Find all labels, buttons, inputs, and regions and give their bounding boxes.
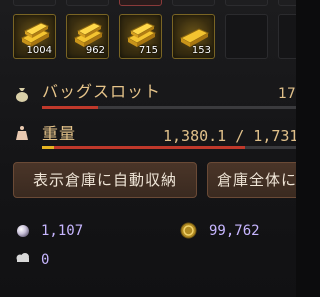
inventory-slot-gold-bar-4[interactable]: 153 — [172, 14, 215, 59]
inventory-slot[interactable] — [66, 0, 109, 6]
silver-coin-icon — [180, 222, 197, 239]
inventory-slot[interactable] — [172, 0, 215, 6]
inventory-slot[interactable] — [119, 0, 162, 6]
bag-slot-bar — [42, 106, 296, 109]
inventory-slot[interactable] — [13, 0, 56, 6]
inventory-slot[interactable] — [278, 0, 296, 6]
warehouse-all-button[interactable]: 倉庫全体に — [207, 162, 296, 198]
item-quantity: 962 — [85, 45, 105, 56]
inventory-slot[interactable] — [225, 0, 268, 6]
weight-value: 1,380.1 / 1,731 — [163, 127, 296, 145]
bag-slot-count: 17 — [278, 86, 296, 102]
inventory-slot-gold-bar-2[interactable]: 962 — [66, 14, 109, 59]
inventory-slot-gold-bar-3[interactable]: 715 — [119, 14, 162, 59]
pearl-icon — [17, 225, 29, 237]
silver-value: 99,762 — [209, 223, 260, 239]
item-quantity: 153 — [191, 45, 211, 56]
auto-store-button[interactable]: 表示倉庫に自動収納 — [13, 162, 197, 198]
weight-bar-fill — [42, 146, 246, 149]
bag-slot-label: バッグスロット — [42, 82, 162, 101]
inventory-slot-empty[interactable] — [225, 14, 268, 59]
other-currency-value: 0 — [41, 252, 50, 268]
pearl-value: 1,107 — [41, 223, 84, 239]
weight-label: 重量 — [42, 124, 77, 143]
bag-slot-bar-fill — [42, 106, 98, 109]
weight-icon — [16, 126, 28, 140]
item-quantity: 1004 — [26, 45, 52, 56]
weight-bar — [42, 146, 296, 149]
inventory-panel: 1004 962 715 153 バッグスロット 17 重量 1,380.1 /… — [0, 0, 296, 297]
cloud-currency-icon — [16, 253, 29, 262]
bag-icon — [16, 88, 28, 102]
item-quantity: 715 — [138, 45, 158, 56]
inventory-slot-gold-bar-1[interactable]: 1004 — [13, 14, 56, 59]
inventory-slot-empty[interactable] — [278, 14, 296, 59]
